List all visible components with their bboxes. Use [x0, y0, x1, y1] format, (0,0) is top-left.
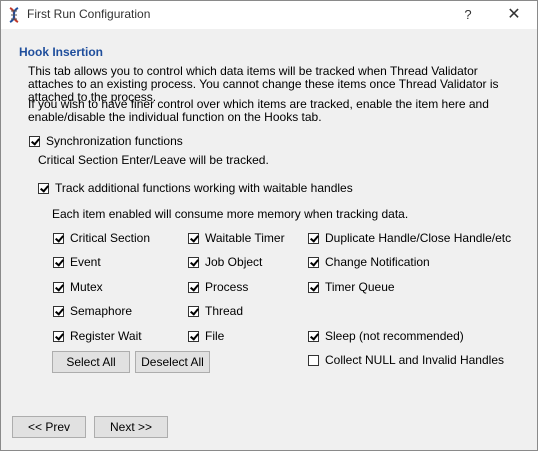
checkbox-label[interactable]: File: [205, 329, 224, 343]
section-title: Hook Insertion: [19, 45, 104, 59]
duplicate-handle-checkbox[interactable]: Duplicate Handle/Close Handle/etc: [308, 231, 511, 245]
checkbox-label[interactable]: Job Object: [205, 255, 262, 269]
checkbox-label[interactable]: Waitable Timer: [205, 231, 285, 245]
process-checkbox[interactable]: Process: [188, 280, 248, 294]
checkbox-box[interactable]: [188, 305, 199, 317]
checkbox-box[interactable]: [308, 281, 319, 293]
select-all-button[interactable]: Select All: [52, 351, 130, 373]
checkbox-label[interactable]: Synchronization functions: [46, 134, 183, 148]
checkbox-box[interactable]: [38, 182, 49, 194]
sync-description: Critical Section Enter/Leave will be tra…: [38, 153, 269, 167]
critical-section-checkbox[interactable]: Critical Section: [53, 231, 150, 245]
checkbox-label[interactable]: Semaphore: [70, 304, 132, 318]
next-button[interactable]: Next >>: [94, 416, 168, 438]
window-title: First Run Configuration: [27, 7, 151, 21]
checkbox-box[interactable]: [53, 281, 64, 293]
checkbox-box[interactable]: [29, 135, 40, 147]
checkbox-box[interactable]: [188, 256, 199, 268]
prev-button[interactable]: << Prev: [12, 416, 86, 438]
mutex-checkbox[interactable]: Mutex: [53, 280, 103, 294]
checkbox-box[interactable]: [188, 281, 199, 293]
first-run-configuration-window: First Run Configuration ? ✕ Hook Inserti…: [0, 0, 538, 451]
checkbox-box[interactable]: [53, 305, 64, 317]
checkbox-label[interactable]: Timer Queue: [325, 280, 395, 294]
checkbox-box[interactable]: [308, 330, 319, 342]
checkbox-label[interactable]: Change Notification: [325, 255, 430, 269]
change-notification-checkbox[interactable]: Change Notification: [308, 255, 430, 269]
checkbox-label[interactable]: Mutex: [70, 280, 103, 294]
event-checkbox[interactable]: Event: [53, 255, 101, 269]
help-button[interactable]: ?: [445, 1, 491, 29]
checkbox-box[interactable]: [53, 330, 64, 342]
track-waitable-handles-checkbox[interactable]: Track additional functions working with …: [38, 181, 353, 195]
sync-functions-checkbox[interactable]: Synchronization functions: [29, 134, 183, 148]
checkbox-box[interactable]: [308, 256, 319, 268]
dna-app-icon: [9, 7, 19, 23]
job-object-checkbox[interactable]: Job Object: [188, 255, 262, 269]
checkbox-label[interactable]: Event: [70, 255, 101, 269]
semaphore-checkbox[interactable]: Semaphore: [53, 304, 132, 318]
close-icon[interactable]: ✕: [507, 6, 520, 23]
checkbox-label[interactable]: Process: [205, 280, 248, 294]
checkbox-label[interactable]: Track additional functions working with …: [55, 181, 353, 195]
checkbox-label[interactable]: Collect NULL and Invalid Handles: [325, 353, 504, 367]
checkbox-label[interactable]: Duplicate Handle/Close Handle/etc: [325, 231, 511, 245]
memory-note: Each item enabled will consume more memo…: [52, 207, 409, 221]
checkbox-label[interactable]: Thread: [205, 304, 243, 318]
collect-null-handles-checkbox[interactable]: Collect NULL and Invalid Handles: [308, 353, 504, 367]
thread-checkbox[interactable]: Thread: [188, 304, 243, 318]
checkbox-box[interactable]: [308, 354, 319, 366]
finer-control-text: If you wish to have finer control over w…: [28, 97, 489, 124]
checkbox-box[interactable]: [188, 232, 199, 244]
checkbox-box[interactable]: [53, 232, 64, 244]
checkbox-box[interactable]: [53, 256, 64, 268]
checkbox-label[interactable]: Sleep (not recommended): [325, 329, 464, 343]
timer-queue-checkbox[interactable]: Timer Queue: [308, 280, 395, 294]
checkbox-label[interactable]: Register Wait: [70, 329, 142, 343]
title-bar[interactable]: First Run Configuration ? ✕: [1, 1, 537, 29]
checkbox-box[interactable]: [308, 232, 319, 244]
sleep-checkbox[interactable]: Sleep (not recommended): [308, 329, 464, 343]
waitable-timer-checkbox[interactable]: Waitable Timer: [188, 231, 285, 245]
file-checkbox[interactable]: File: [188, 329, 224, 343]
checkbox-box[interactable]: [188, 330, 199, 342]
deselect-all-button[interactable]: Deselect All: [135, 351, 210, 373]
register-wait-checkbox[interactable]: Register Wait: [53, 329, 142, 343]
close-button[interactable]: ✕: [491, 1, 537, 29]
checkbox-label[interactable]: Critical Section: [70, 231, 150, 245]
